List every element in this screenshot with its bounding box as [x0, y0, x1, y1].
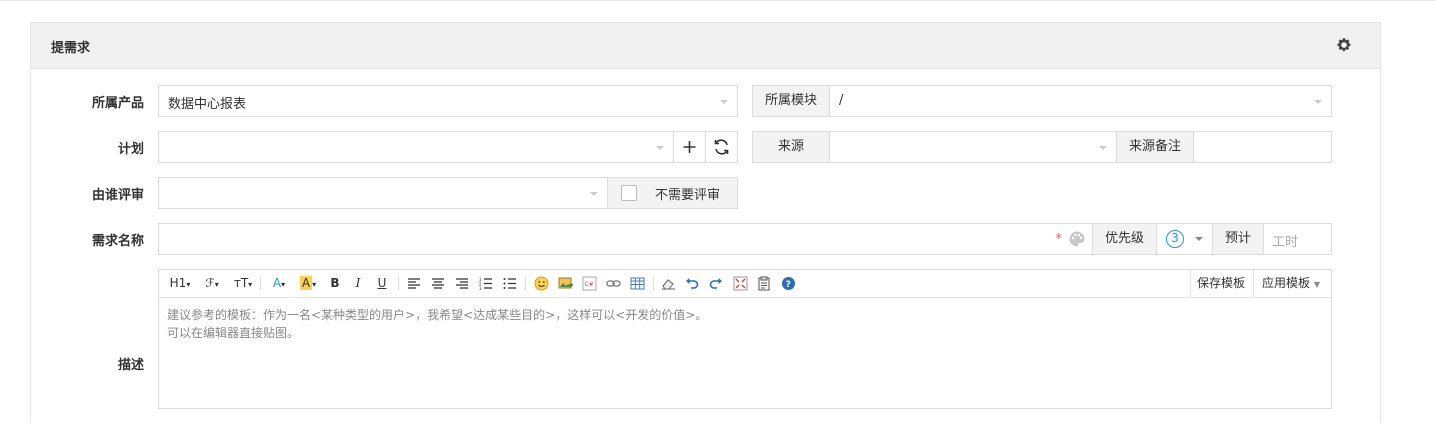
estimate-placeholder: 工时 [1272, 235, 1299, 250]
save-template-button[interactable]: 保存模板 [1197, 270, 1245, 297]
chevron-down-icon: ▾ [312, 280, 317, 289]
font-family-label: ℱ [205, 276, 215, 290]
palette-icon[interactable] [1068, 230, 1086, 248]
toolbar-divider [653, 276, 654, 290]
no-review-checkbox[interactable] [621, 185, 637, 201]
gear-icon[interactable] [1336, 37, 1352, 53]
bold-button[interactable]: B [327, 270, 343, 296]
paste-icon[interactable] [757, 276, 772, 291]
priority-label: 优先级 [1092, 223, 1157, 255]
link-icon[interactable] [606, 277, 621, 290]
chevron-down-icon [1195, 237, 1203, 241]
font-size-label: тT [233, 276, 249, 290]
toolbar-divider [398, 276, 399, 290]
placeholder-line: 可以在编辑器直接贴图。 [167, 326, 300, 340]
priority-select[interactable]: 3 [1156, 223, 1213, 255]
plan-select[interactable] [158, 131, 674, 163]
font-color-label: A [272, 276, 282, 290]
source-select[interactable] [829, 131, 1117, 163]
estimate-input[interactable]: 工时 [1263, 223, 1332, 255]
chevron-down-icon [656, 146, 664, 150]
module-select[interactable]: / [829, 85, 1332, 117]
align-left-icon[interactable] [407, 277, 421, 290]
ordered-list-icon[interactable]: 123 [479, 277, 493, 290]
chevron-down-icon [590, 192, 598, 196]
toolbar-divider [1253, 270, 1254, 297]
description-editor[interactable]: H1▾ ℱ▾ тT▾ A▾ A ▾ B I U 123 C# ? 保存模板 应用模… [158, 269, 1332, 409]
table-icon[interactable] [630, 276, 645, 291]
add-plan-button[interactable] [673, 131, 706, 163]
title-input[interactable]: * [158, 223, 1093, 255]
source-label: 来源 [752, 131, 830, 163]
editor-placeholder: 建议参考的模板：作为一名<某种类型的用户>，我希望<达成某些目的>，这样可以<开… [167, 306, 707, 342]
heading-label: H1 [169, 276, 187, 290]
chevron-down-icon: ▾ [214, 280, 219, 289]
chevron-down-icon [720, 100, 728, 104]
chevron-down-icon: ▾ [248, 280, 253, 289]
refresh-plan-button[interactable] [705, 131, 738, 163]
apply-template-button[interactable]: 应用模板 ▼ [1262, 270, 1320, 297]
description-label: 描述 [117, 358, 144, 373]
svg-text:C#: C# [585, 281, 594, 288]
title-label: 需求名称 [91, 234, 144, 249]
chevron-down-icon: ▼ [1313, 280, 1320, 289]
module-label: 所属模块 [752, 85, 830, 117]
svg-text:?: ? [786, 280, 791, 290]
redo-icon[interactable] [709, 276, 723, 290]
chevron-down-icon [1314, 100, 1322, 104]
panel-title: 提需求 [51, 41, 91, 56]
svg-text:3: 3 [479, 286, 482, 290]
align-right-icon[interactable] [455, 277, 469, 290]
product-label: 所属产品 [91, 96, 144, 111]
reviewer-label: 由谁评审 [91, 188, 144, 203]
highlight-button[interactable]: A ▾ [296, 270, 320, 296]
eraser-icon[interactable] [661, 277, 676, 290]
undo-icon[interactable] [685, 276, 699, 290]
image-icon[interactable] [558, 276, 573, 291]
font-size-button[interactable]: тT▾ [231, 270, 255, 296]
apply-template-label: 应用模板 [1262, 276, 1311, 290]
emoji-icon[interactable] [534, 276, 549, 291]
no-review-toggle[interactable]: 不需要评审 [607, 177, 738, 209]
module-value: / [839, 93, 844, 108]
highlight-label: A [299, 276, 313, 290]
toolbar-divider [525, 276, 526, 290]
plus-icon [683, 141, 696, 153]
align-center-icon[interactable] [431, 277, 445, 290]
help-icon[interactable]: ? [781, 276, 796, 291]
estimate-label: 预计 [1212, 223, 1264, 255]
source-note-label: 来源备注 [1116, 131, 1194, 163]
refresh-icon [714, 139, 729, 155]
product-value: 数据中心报表 [168, 97, 247, 112]
no-review-label: 不需要评审 [655, 188, 721, 203]
plan-label: 计划 [117, 142, 144, 157]
fullscreen-icon[interactable] [733, 276, 748, 291]
italic-button[interactable]: I [350, 270, 366, 296]
heading-button[interactable]: H1▾ [167, 270, 193, 296]
chevron-down-icon [1099, 146, 1107, 150]
editor-toolbar: H1▾ ℱ▾ тT▾ A▾ A ▾ B I U 123 C# ? 保存模板 应用模… [159, 270, 1331, 298]
placeholder-line: 建议参考的模板：作为一名<某种类型的用户>，我希望<达成某些目的>，这样可以<开… [167, 308, 708, 322]
required-mark: * [1055, 232, 1063, 247]
bullet-list-icon[interactable] [503, 277, 517, 290]
panel-header: 提需求 [31, 23, 1380, 69]
top-divider [0, 0, 1436, 1]
font-family-button[interactable]: ℱ▾ [201, 270, 223, 296]
priority-badge: 3 [1166, 230, 1184, 248]
code-icon[interactable]: C# [582, 276, 597, 291]
toolbar-divider [260, 276, 261, 290]
chevron-down-icon: ▾ [281, 280, 286, 289]
underline-button[interactable]: U [374, 270, 390, 296]
product-select[interactable]: 数据中心报表 [158, 85, 738, 117]
source-note-input[interactable] [1193, 131, 1332, 163]
reviewer-select[interactable] [158, 177, 608, 209]
font-color-button[interactable]: A▾ [268, 270, 290, 296]
toolbar-divider [1190, 270, 1191, 297]
chevron-down-icon: ▾ [186, 280, 191, 289]
